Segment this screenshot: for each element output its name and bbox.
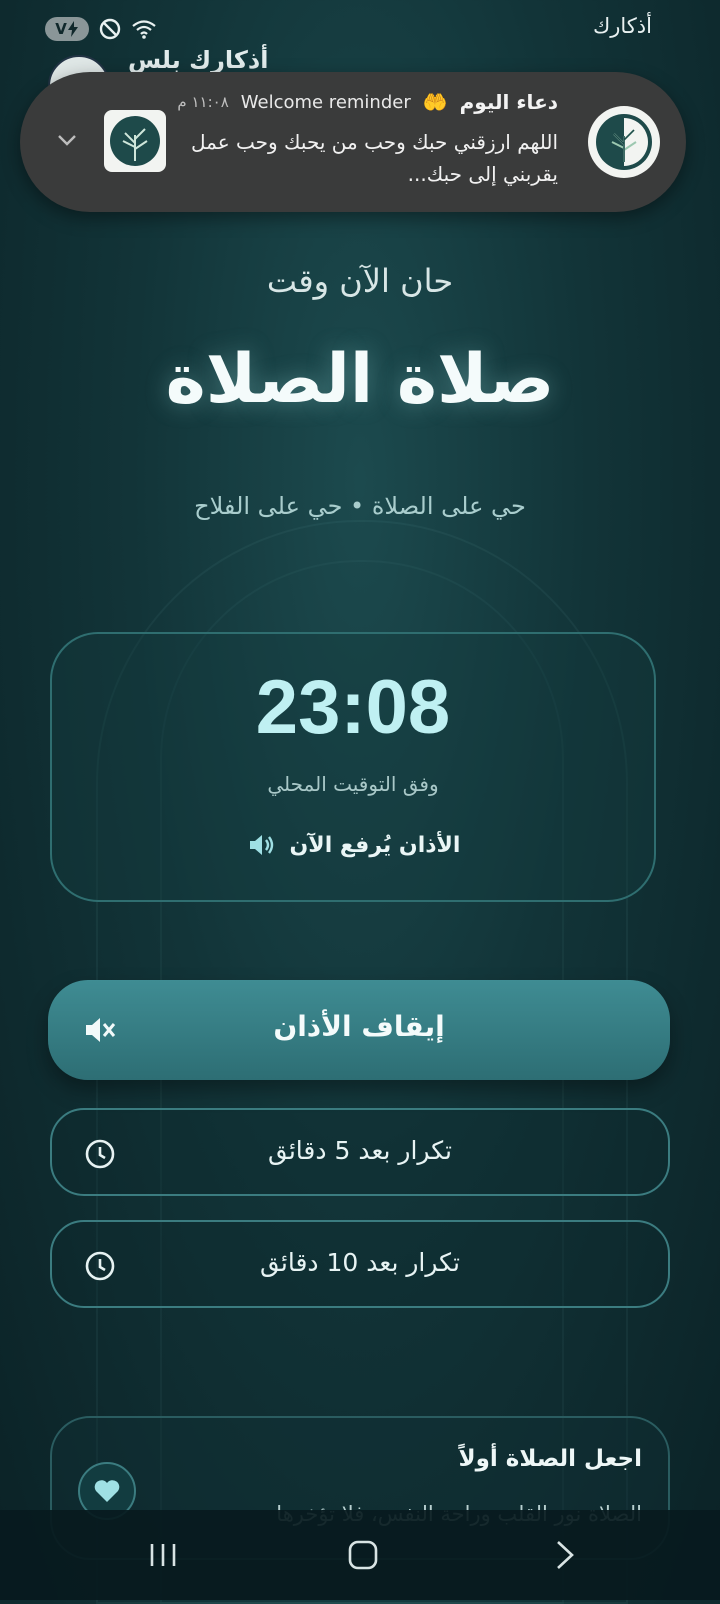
- mute-icon: [82, 1012, 118, 1048]
- stop-adhan-button[interactable]: إيقاف الأذان: [48, 980, 670, 1080]
- status-bar: V أذكارك: [0, 0, 720, 60]
- notification-header: دعاء اليوم 🤲 Welcome reminder ١١:٠٨ م: [177, 90, 558, 114]
- back-icon[interactable]: [540, 1530, 590, 1580]
- speaker-icon: [246, 830, 276, 860]
- do-not-disturb-icon: [97, 16, 123, 42]
- reminder-title: اجعل الصلاة أولاً: [458, 1446, 642, 1472]
- battery-label: V: [55, 20, 67, 38]
- snooze-10-button[interactable]: تكرار بعد 10 دقائق: [50, 1220, 670, 1308]
- adhan-tagline: حي على الصلاة • حي على الفلاح: [194, 492, 526, 520]
- snooze-10-label: تكرار بعد 10 دقائق: [260, 1248, 460, 1277]
- clock-icon: [84, 1138, 116, 1170]
- praying-hands-emoji: 🤲: [422, 90, 448, 114]
- adhan-status-row: الأذان يُرفع الآن: [52, 830, 654, 860]
- system-nav-bar: [0, 1510, 720, 1600]
- adhan-status: الأذان يُرفع الآن: [289, 832, 461, 858]
- timezone-note: وفق التوقيت المحلي: [267, 772, 439, 796]
- snooze-5-label: تكرار بعد 5 دقائق: [268, 1136, 452, 1165]
- heads-up-notification[interactable]: دعاء اليوم 🤲 Welcome reminder ١١:٠٨ م ال…: [20, 72, 686, 212]
- tree-thumbnail-icon: [104, 110, 166, 172]
- current-time: 23:08: [255, 665, 451, 750]
- time-card: 23:08 وفق التوقيت المحلي الأذان يُرفع ال…: [50, 632, 656, 902]
- notification-body: اللهم ارزقني حبك وحب من يحبك وحب عمل يقر…: [191, 130, 558, 186]
- notification-title: دعاء اليوم: [459, 90, 558, 114]
- home-icon[interactable]: [338, 1530, 388, 1580]
- notification-time: ١١:٠٨ م: [177, 93, 229, 111]
- chevron-down-icon[interactable]: [54, 127, 80, 153]
- stop-adhan-label: إيقاف الأذان: [273, 1010, 445, 1043]
- notification-channel: Welcome reminder: [240, 91, 411, 113]
- now-time-subtitle: حان الآن وقت: [266, 262, 454, 300]
- wifi-icon: [131, 16, 157, 42]
- battery-charging-indicator: V: [45, 17, 89, 41]
- bolt-icon: [67, 21, 78, 37]
- app-header-title: أذكارك بلس: [128, 46, 269, 74]
- recent-apps-icon[interactable]: [138, 1530, 188, 1580]
- tree-logo-icon: [588, 106, 660, 178]
- carrier-label: أذكارك: [592, 14, 652, 38]
- clock-icon: [84, 1250, 116, 1282]
- prayer-title: صلاة الصلاة: [165, 340, 555, 419]
- snooze-5-button[interactable]: تكرار بعد 5 دقائق: [50, 1108, 670, 1196]
- status-icons: V: [45, 16, 157, 42]
